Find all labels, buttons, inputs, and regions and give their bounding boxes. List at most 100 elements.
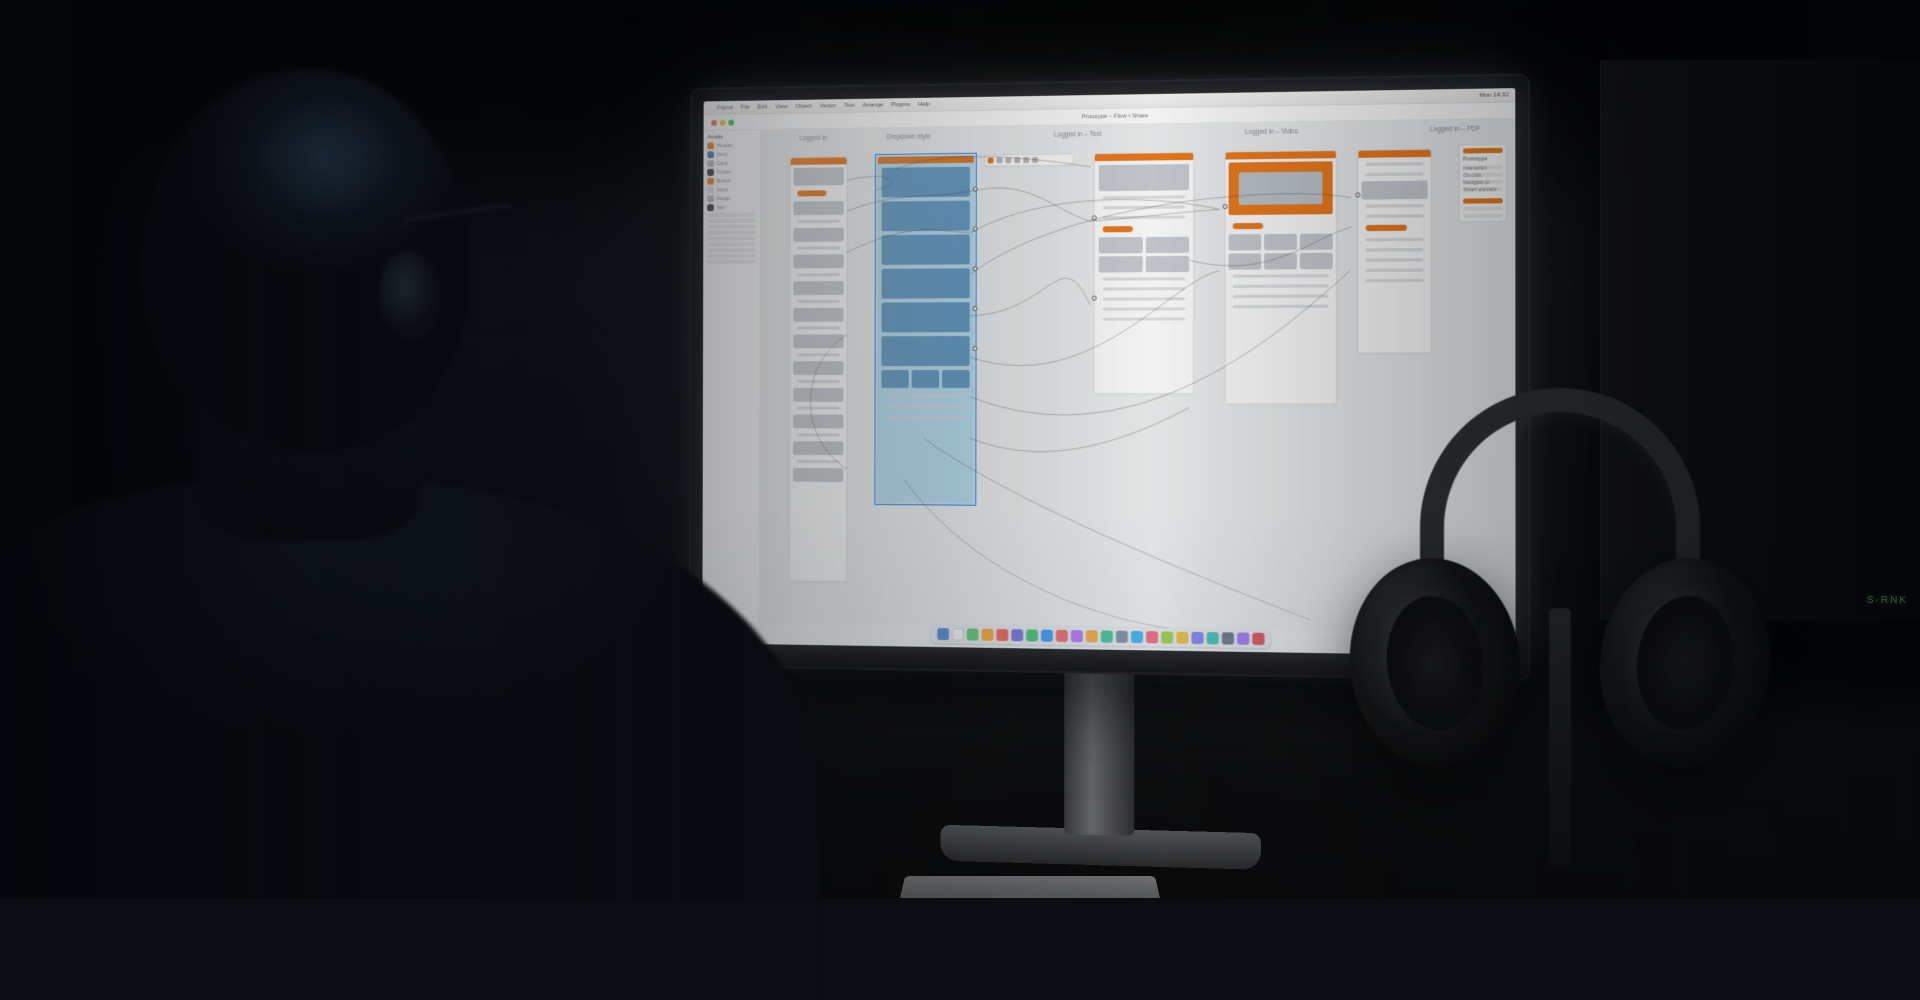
menubar-item[interactable]: Arrange: [862, 102, 883, 108]
dock-app-icon[interactable]: [1222, 632, 1234, 644]
text-placeholder: [1103, 307, 1185, 310]
image-placeholder: [1229, 234, 1262, 250]
panel-accent: [1463, 198, 1503, 204]
dock-app-icon[interactable]: [952, 628, 964, 640]
dock-app-icon[interactable]: [1131, 631, 1143, 643]
fullscreen-window-icon[interactable]: [728, 119, 734, 125]
close-window-icon[interactable]: [711, 119, 717, 125]
menubar-app-name[interactable]: Figma: [717, 104, 733, 110]
flow-node-icon[interactable]: [1092, 296, 1097, 301]
prototype-panel[interactable]: Prototype Interaction On click Navigate …: [1459, 144, 1507, 222]
panel-row[interactable]: Interaction: [1463, 165, 1503, 170]
dock-app-icon[interactable]: [982, 629, 994, 641]
flow-node-icon[interactable]: [973, 306, 978, 311]
cta-button[interactable]: [1103, 226, 1133, 232]
dock-app-icon[interactable]: [937, 628, 949, 640]
dock-app-icon[interactable]: [1041, 630, 1053, 642]
dock-app-icon[interactable]: [1071, 630, 1083, 642]
dock-app-icon[interactable]: [1086, 630, 1098, 642]
dock-app-icon[interactable]: [1161, 631, 1173, 643]
macos-dock[interactable]: [931, 625, 1270, 648]
minimize-window-icon[interactable]: [720, 119, 726, 125]
prototype-canvas[interactable]: Logged in Dropdown style Logged in – Tex…: [760, 119, 1516, 634]
flow-node-icon[interactable]: [973, 187, 978, 192]
tool-icon[interactable]: [1005, 157, 1011, 163]
text-placeholder: [797, 273, 840, 276]
image-placeholder: [942, 370, 970, 388]
toolbar-strip[interactable]: [985, 153, 1074, 166]
menubar-item[interactable]: Object: [795, 103, 812, 109]
image-placeholder: [794, 167, 844, 185]
flow-node-icon[interactable]: [973, 226, 978, 231]
swatch-icon: [707, 160, 714, 167]
panel-row[interactable]: Navigate to: [1463, 180, 1503, 185]
dock-app-icon[interactable]: [1056, 630, 1068, 642]
dock-app-icon[interactable]: [1101, 630, 1113, 642]
menubar-item[interactable]: Plugins: [891, 102, 910, 108]
cta-button[interactable]: [797, 190, 826, 196]
asset-row[interactable]: Button: [707, 177, 756, 184]
window-traffic-lights[interactable]: [711, 119, 734, 125]
text-placeholder: [1103, 195, 1185, 199]
tool-icon[interactable]: [1032, 157, 1038, 163]
dock-app-icon[interactable]: [1237, 632, 1249, 644]
artboard-pdf[interactable]: [1357, 149, 1431, 354]
tool-icon[interactable]: [988, 157, 994, 163]
flow-node-icon[interactable]: [973, 346, 978, 351]
asset-row[interactable]: Hero: [707, 151, 756, 159]
menubar-item[interactable]: View: [775, 104, 787, 110]
asset-row[interactable]: Card: [707, 160, 756, 167]
dock-app-icon[interactable]: [1146, 631, 1158, 643]
dock-app-icon[interactable]: [967, 628, 979, 640]
cta-button[interactable]: [1366, 225, 1407, 231]
text-placeholder: [1233, 305, 1329, 308]
dock-app-icon[interactable]: [1011, 629, 1023, 641]
flow-node-icon[interactable]: [1092, 215, 1097, 220]
artboard-dropdown-style[interactable]: [876, 155, 974, 504]
tool-icon[interactable]: [1014, 157, 1020, 163]
panel-row: [707, 242, 756, 246]
cta-button[interactable]: [1233, 223, 1264, 229]
text-placeholder: [1366, 269, 1424, 272]
asset-label: Footer: [717, 169, 731, 175]
menubar-item[interactable]: Edit: [757, 104, 767, 110]
layers-panel[interactable]: Assets Header Hero Card Footer Button In…: [702, 130, 761, 622]
flow-node-icon[interactable]: [1223, 204, 1228, 209]
asset-row[interactable]: Modal: [707, 195, 756, 202]
dock-app-icon[interactable]: [1252, 633, 1264, 645]
panel-row: [707, 230, 756, 234]
asset-row[interactable]: Nav: [707, 204, 756, 211]
image-placeholder: [1145, 256, 1189, 272]
menubar-item[interactable]: Help: [918, 101, 930, 107]
menubar-item[interactable]: Vector: [820, 103, 836, 109]
dock-app-icon[interactable]: [1116, 631, 1128, 643]
panel-row: [707, 236, 756, 240]
dock-app-icon[interactable]: [996, 629, 1008, 641]
panel-row[interactable]: On click: [1463, 172, 1503, 177]
dock-app-icon[interactable]: [1207, 632, 1219, 644]
artboard-logged-in[interactable]: [789, 156, 848, 582]
dock-app-icon[interactable]: [1026, 629, 1038, 641]
dock-app-icon[interactable]: [1191, 632, 1203, 644]
tool-icon[interactable]: [1023, 157, 1029, 163]
asset-row[interactable]: Header: [707, 142, 756, 150]
artboard-labels-row: Logged in Dropdown style Logged in – Tex…: [761, 125, 1515, 143]
dock-app-icon[interactable]: [1176, 632, 1188, 644]
text-placeholder: [1366, 279, 1424, 282]
artboard-text[interactable]: [1094, 152, 1195, 394]
image-placeholder: [881, 370, 908, 388]
monitor-stand-arm: [1064, 653, 1134, 836]
image-placeholder: [881, 302, 969, 332]
asset-row[interactable]: Input: [707, 186, 756, 193]
menubar-item[interactable]: Text: [844, 102, 855, 108]
asset-row[interactable]: Footer: [707, 168, 756, 175]
text-placeholder: [1366, 162, 1424, 166]
menubar-item[interactable]: File: [741, 104, 750, 110]
tool-icon[interactable]: [996, 157, 1002, 163]
artboard-video[interactable]: [1224, 150, 1336, 405]
text-placeholder: [797, 353, 840, 356]
panel-row[interactable]: Smart animate: [1463, 187, 1503, 192]
menubar-clock: Mon 14:32: [1479, 92, 1509, 99]
flow-node-icon[interactable]: [1355, 192, 1360, 197]
flow-node-icon[interactable]: [973, 266, 978, 271]
